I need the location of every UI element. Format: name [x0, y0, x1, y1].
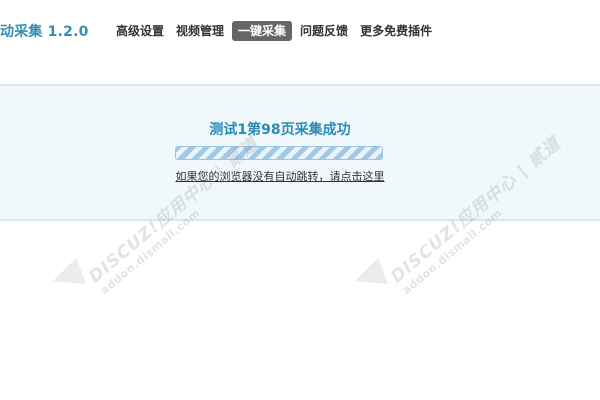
message-panel: 测试1第98页采集成功 如果您的浏览器没有自动跳转，请点击这里	[0, 84, 600, 221]
app-title: 动采集 1.2.0	[0, 24, 89, 40]
main-nav: 高级设置 视频管理 一键采集 问题反馈 更多免费插件	[112, 21, 440, 41]
watermark-arrow-icon	[350, 257, 388, 295]
nav-item-more-free-plugins[interactable]: 更多免费插件	[356, 21, 436, 41]
nav-item-feedback[interactable]: 问题反馈	[296, 21, 352, 41]
nav-item-advanced-settings[interactable]: 高级设置	[112, 21, 168, 41]
nav-item-one-click-collect[interactable]: 一键采集	[232, 21, 293, 41]
watermark-arrow-icon	[48, 257, 86, 295]
nav-item-video-management[interactable]: 视频管理	[172, 21, 228, 41]
progress-fill	[176, 147, 382, 159]
progress-bar	[175, 146, 383, 160]
page: 动采集 1.2.0 高级设置 视频管理 一键采集 问题反馈 更多免费插件 测试1…	[0, 0, 600, 400]
success-message: 测试1第98页采集成功	[209, 122, 351, 138]
header-bar: 动采集 1.2.0 高级设置 视频管理 一键采集 问题反馈 更多免费插件	[0, 0, 600, 84]
redirect-link[interactable]: 如果您的浏览器没有自动跳转，请点击这里	[0, 168, 560, 184]
